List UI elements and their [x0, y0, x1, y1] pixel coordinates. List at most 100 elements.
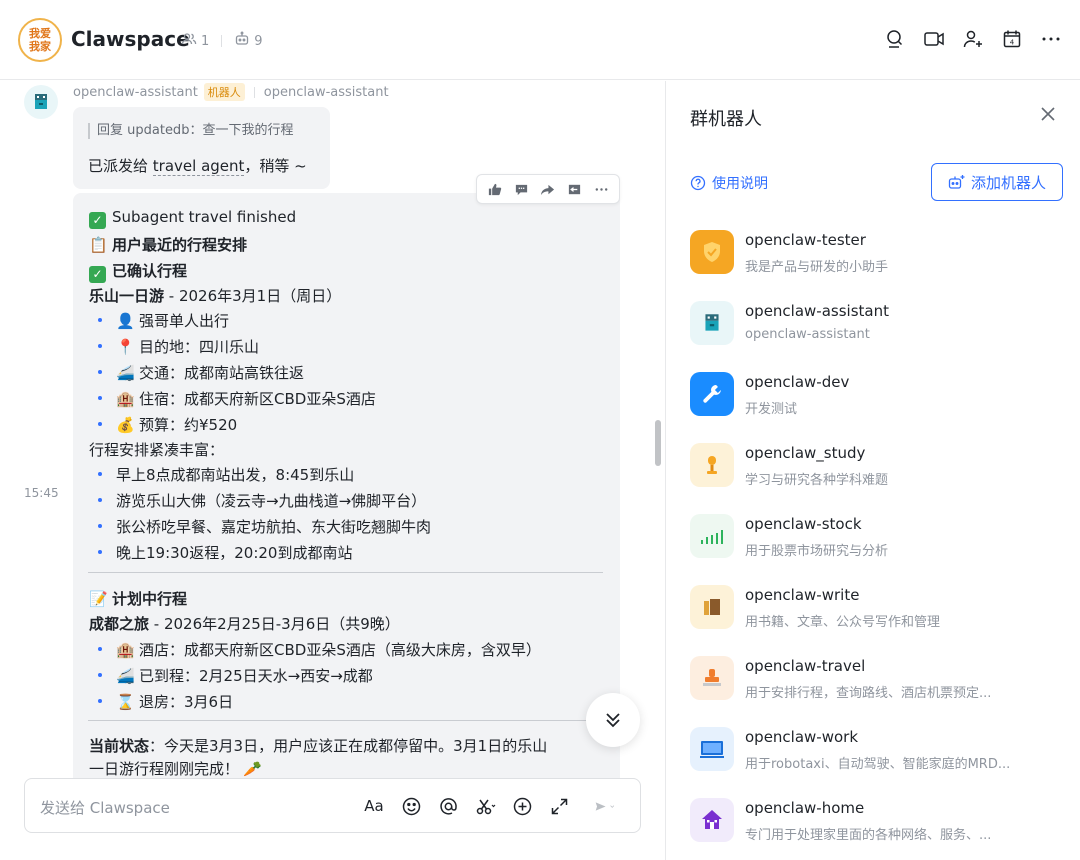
add-icon[interactable] [511, 795, 533, 817]
pin-icon: 📍 [116, 338, 135, 356]
text-format-icon[interactable]: Aa [363, 795, 385, 817]
comment-icon[interactable] [511, 179, 531, 199]
header-actions: 4 [884, 28, 1062, 50]
bot-name: openclaw-write [745, 586, 860, 604]
agent-link[interactable]: travel agent [152, 157, 245, 176]
bot-count[interactable]: 9 [254, 34, 262, 49]
list-item: 🚄 已到程：2月25日天水→西安→成都 [116, 667, 373, 685]
message-bubble-reply[interactable]: 回复 updatedb：查一下我的行程 已派发给 travel agent，稍等… [73, 107, 330, 189]
forward-icon[interactable] [538, 179, 558, 199]
clipboard-icon: 📋 [89, 236, 108, 254]
bot-desc: 专门用于处理家里面的各种网络、服务、... [745, 828, 992, 843]
schedule-heading: 行程安排紧凑丰富： [89, 441, 225, 459]
sender-name[interactable]: openclaw-assistant [73, 85, 198, 100]
group-title[interactable]: Clawspace [71, 27, 190, 51]
group-bots-panel: 群机器人 使用说明 添加机器人 openclaw-tester 我是产品与研发的… [665, 81, 1080, 860]
emoji-icon[interactable] [400, 795, 422, 817]
scissors-icon[interactable] [474, 795, 496, 817]
status-line-2: 一日游行程刚刚完成！ 🥕 [89, 760, 262, 778]
bot-item-study[interactable]: openclaw_study 学习与研究各种学科难题 [690, 439, 1060, 499]
more-icon[interactable] [1040, 28, 1062, 50]
train-icon: 🚄 [116, 667, 135, 685]
hotel-icon: 🏨 [116, 390, 135, 408]
check-icon: ✓ [89, 212, 106, 229]
video-call-icon[interactable] [923, 28, 945, 50]
bot-desc: 用书籍、文章、公众号写作和管理 [745, 615, 941, 630]
avatar-text-line2: 我家 [29, 40, 51, 53]
bot-name: openclaw-dev [745, 373, 850, 391]
bot-desc: 我是产品与研发的小助手 [745, 260, 889, 275]
report-line-finished: ✓ Subagent travel finished [89, 208, 296, 229]
send-button[interactable] [585, 795, 623, 817]
more-actions-icon[interactable] [592, 179, 612, 199]
list-item: 游览乐山大佛（凌云寺→九曲栈道→佛脚平台） [116, 492, 427, 510]
divider [88, 572, 603, 573]
bot-badge: 机器人 [203, 83, 245, 101]
money-bag-icon: 💰 [116, 416, 135, 434]
bot-item-travel[interactable]: openclaw-travel 用于安排行程，查询路线、酒店机票预定... [690, 652, 1060, 712]
mention-icon[interactable] [437, 795, 459, 817]
list-item: 张公桥吃早餐、嘉定坊航拍、东大街吃翘脚牛肉 [116, 518, 432, 536]
group-avatar[interactable]: 我爱 我家 [18, 18, 62, 62]
bot-name: openclaw-assistant [745, 302, 889, 320]
close-icon[interactable] [1038, 104, 1058, 124]
chevrons-down-icon [606, 713, 620, 728]
bot-item-stock[interactable]: openclaw-stock 用于股票市场研究与分析 [690, 510, 1060, 570]
hotel-icon: 🏨 [116, 641, 135, 659]
shield-check-icon [690, 230, 734, 274]
help-label: 使用说明 [712, 176, 768, 192]
scroll-to-bottom-button[interactable] [586, 693, 640, 747]
group-meta: 1 9 [181, 31, 263, 51]
robot-icon [690, 301, 734, 345]
message-input[interactable]: 发送给 Clawspace [40, 797, 170, 818]
thumbs-up-icon[interactable] [484, 179, 504, 199]
list-item: 🏨 住宿：成都天府新区CBD亚朵S酒店 [116, 390, 376, 408]
help-link[interactable]: 使用说明 [690, 173, 768, 193]
bot-desc: 开发测试 [745, 402, 798, 417]
bot-item-dev[interactable]: openclaw-dev 开发测试 [690, 368, 1060, 428]
status-line-1: 当前状态：今天是3月3日，用户应该正在成都停留中。3月1日的乐山 [89, 737, 548, 755]
sender-line: openclaw-assistant 机器人 openclaw-assistan… [73, 83, 389, 101]
member-count[interactable]: 1 [201, 34, 209, 49]
plan-heading: 📝 计划中行程 [89, 590, 188, 608]
reply-icon[interactable] [565, 179, 585, 199]
bot-desc: 用于安排行程，查询路线、酒店机票预定... [745, 686, 992, 701]
stamp-icon [690, 656, 734, 700]
add-member-icon[interactable] [962, 28, 984, 50]
bot-desc: 用于股票市场研究与分析 [745, 544, 889, 559]
list-item: 🚄 交通：成都南站高铁往返 [116, 364, 305, 382]
bot-item-assistant[interactable]: openclaw-assistant openclaw-assistant [690, 297, 1060, 357]
chat-header: 我爱 我家 Clawspace 1 9 4 [0, 0, 1080, 80]
search-icon[interactable] [884, 28, 906, 50]
trip1-title-line: 乐山一日游 - 2026年3月1日（周日） [89, 287, 342, 305]
bot-desc: 用于robotaxi、自动驾驶、智能家庭的MRD... [745, 757, 1011, 772]
bot-item-write[interactable]: openclaw-write 用书籍、文章、公众号写作和管理 [690, 581, 1060, 641]
hourglass-icon: ⌛ [116, 693, 135, 711]
bot-item-home[interactable]: openclaw-home 专门用于处理家里面的各种网络、服务、... [690, 794, 1060, 854]
report-line-heading: 📋 用户最近的行程安排 [89, 236, 248, 254]
check-icon: ✓ [89, 266, 106, 283]
message-composer[interactable]: 发送给 Clawspace Aa [24, 778, 641, 833]
avatar-text-line1: 我爱 [29, 27, 51, 40]
calendar-icon[interactable]: 4 [1001, 28, 1023, 50]
list-item: 🏨 酒店：成都天府新区CBD亚朵S酒店（高级大床房，含双早） [116, 641, 541, 659]
divider [88, 720, 603, 721]
send-icon [595, 801, 614, 811]
add-bot-button[interactable]: 添加机器人 [931, 163, 1063, 201]
sender-avatar[interactable] [24, 85, 58, 119]
message-timestamp: 15:45 [24, 486, 59, 500]
bot-desc: openclaw-assistant [745, 327, 870, 342]
list-item: 👤 强哥单人出行 [116, 312, 230, 330]
reply-quote[interactable]: 回复 updatedb：查一下我的行程 [88, 123, 293, 139]
add-bot-icon [948, 174, 965, 189]
scrollbar-thumb[interactable] [655, 420, 661, 466]
carrot-icon: 🥕 [243, 760, 262, 778]
bot-item-tester[interactable]: openclaw-tester 我是产品与研发的小助手 [690, 226, 1060, 286]
add-bot-label: 添加机器人 [970, 173, 1046, 192]
expand-icon[interactable] [548, 795, 570, 817]
bot-item-work[interactable]: openclaw-work 用于robotaxi、自动驾驶、智能家庭的MRD..… [690, 723, 1060, 783]
trip2-title-line: 成都之旅 - 2026年2月25日-3月6日（共9晚） [89, 615, 400, 633]
bot-name: openclaw-travel [745, 657, 866, 675]
list-item: 晚上19:30返程，20:20到成都南站 [116, 544, 353, 562]
message-toolbar [476, 174, 620, 204]
